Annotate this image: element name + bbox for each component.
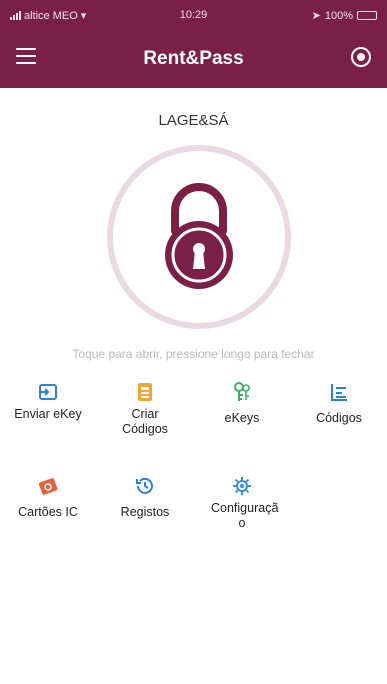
- settings-label: Configuraçã o: [211, 501, 279, 530]
- create-codes-label: Criar Códigos: [122, 407, 168, 436]
- battery-icon: [357, 11, 377, 20]
- lock-hint: Toque para abrir, pressione longo para f…: [72, 347, 315, 361]
- ic-cards-button[interactable]: Cartões IC: [0, 475, 96, 520]
- send-ekey-label: Enviar eKey: [14, 407, 82, 421]
- create-codes-icon: [138, 383, 152, 401]
- records-clock-icon: [136, 477, 153, 494]
- status-bar: altice MEO ▾ 10:29 ➤ 100%: [0, 0, 387, 30]
- records-label: Registos: [120, 505, 170, 519]
- send-ekey-icon: [39, 384, 57, 400]
- codes-button[interactable]: Códigos: [291, 381, 387, 426]
- records-button[interactable]: Registos: [97, 475, 193, 520]
- create-codes-button[interactable]: Criar Códigos: [97, 381, 193, 437]
- ekeys-label: eKeys: [224, 411, 260, 425]
- record-toggle-icon[interactable]: [351, 47, 371, 67]
- main-content: LAGE&SÁ Toque para abrir, pressione long…: [0, 88, 387, 684]
- lock-name: LAGE&SÁ: [158, 112, 229, 129]
- status-right: ➤ 100%: [312, 9, 377, 22]
- unlock-button[interactable]: [107, 145, 291, 329]
- location-arrow-icon: ➤: [311, 10, 321, 22]
- codes-list-icon: [331, 384, 347, 401]
- battery-percent: 100%: [324, 9, 353, 22]
- ekeys-button[interactable]: eKeys: [194, 381, 290, 426]
- app-header: Rent&Pass: [0, 30, 387, 88]
- codes-label: Códigos: [316, 411, 362, 425]
- send-ekey-button[interactable]: Enviar eKey: [0, 381, 96, 422]
- ic-card-icon: [38, 478, 58, 495]
- settings-button[interactable]: Configuraçã o: [194, 475, 290, 531]
- settings-gear-icon: [233, 477, 251, 495]
- app-title: Rent&Pass: [143, 48, 244, 69]
- ekeys-icon: [234, 382, 250, 401]
- padlock-icon: [165, 183, 233, 289]
- ic-cards-label: Cartões IC: [18, 505, 78, 519]
